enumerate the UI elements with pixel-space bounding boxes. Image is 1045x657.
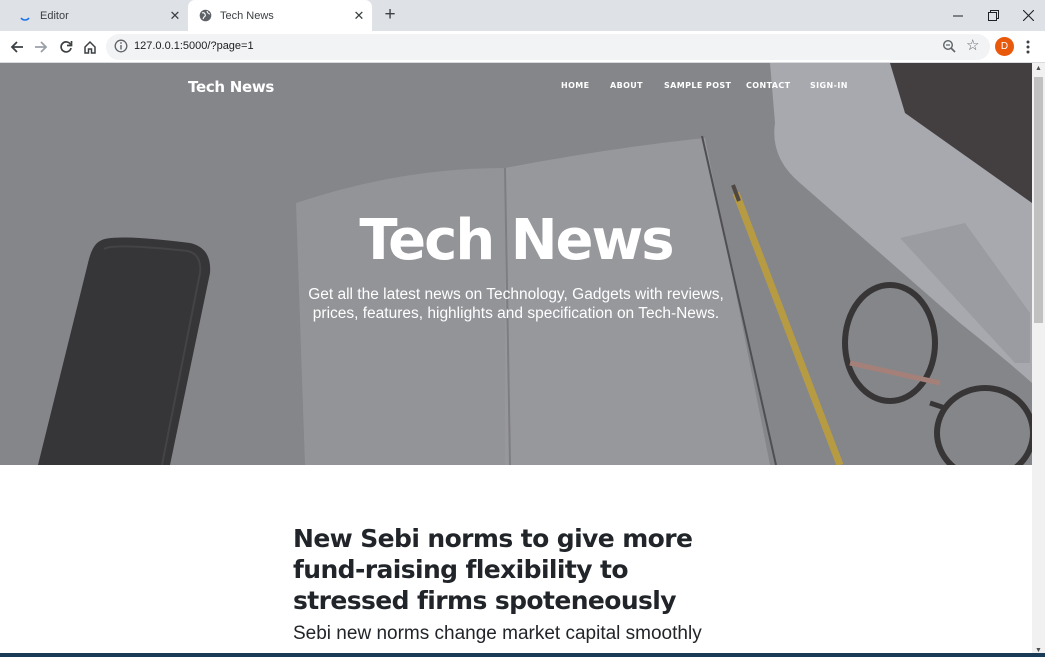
new-tab-button[interactable]: + <box>380 5 400 25</box>
nav-contact[interactable]: CONTACT <box>746 81 791 90</box>
close-window-button[interactable] <box>1011 0 1045 31</box>
bookmark-star-icon[interactable]: ☆ <box>966 37 979 55</box>
profile-avatar[interactable]: D <box>995 37 1014 56</box>
tab-title: Editor <box>40 9 69 22</box>
vertical-scrollbar[interactable]: ▲ ▼ <box>1032 63 1045 657</box>
globe-icon <box>198 9 212 23</box>
loading-spinner-icon <box>18 9 32 23</box>
close-tab-icon[interactable]: ✕ <box>166 7 184 25</box>
forward-arrow-icon[interactable] <box>30 36 52 58</box>
tab-strip: Editor ✕ Tech News ✕ + <box>0 0 1045 31</box>
page-viewport: Tech News HOME ABOUT SAMPLE POST CONTACT… <box>0 63 1045 657</box>
tab-title: Tech News <box>220 9 274 22</box>
info-icon[interactable] <box>114 39 129 54</box>
hero-title: Tech News <box>359 208 674 273</box>
scroll-up-arrow-icon[interactable]: ▲ <box>1032 63 1045 75</box>
nav-sign-in[interactable]: SIGN-IN <box>810 81 848 90</box>
nav-sample-post[interactable]: SAMPLE POST <box>664 81 731 90</box>
zoom-icon[interactable] <box>942 39 958 55</box>
post-subtitle[interactable]: Sebi new norms change market capital smo… <box>293 623 733 645</box>
tab-editor[interactable]: Editor ✕ <box>8 0 188 31</box>
home-icon[interactable] <box>79 36 101 58</box>
scrollbar-thumb[interactable] <box>1034 77 1043 323</box>
restore-button[interactable] <box>976 0 1010 31</box>
nav-home[interactable]: HOME <box>561 81 590 90</box>
nav-about[interactable]: ABOUT <box>610 81 643 90</box>
address-bar[interactable]: 127.0.0.1:5000/?page=1 ☆ <box>106 34 990 60</box>
minimize-button[interactable] <box>941 0 975 31</box>
back-arrow-icon[interactable] <box>6 36 28 58</box>
address-url[interactable]: 127.0.0.1:5000/?page=1 <box>134 40 254 52</box>
close-tab-icon[interactable]: ✕ <box>350 7 368 25</box>
kebab-menu-icon[interactable] <box>1020 37 1036 57</box>
post-title[interactable]: New Sebi norms to give more fund-raising… <box>293 523 733 616</box>
hero-subtitle: Get all the latest news on Technology, G… <box>308 286 724 322</box>
site-brand[interactable]: Tech News <box>188 78 274 96</box>
browser-toolbar: 127.0.0.1:5000/?page=1 ☆ D <box>0 31 1045 63</box>
hero-header: Tech News HOME ABOUT SAMPLE POST CONTACT… <box>0 63 1032 465</box>
reload-icon[interactable] <box>55 36 77 58</box>
taskbar-edge <box>0 653 1045 657</box>
tab-tech-news[interactable]: Tech News ✕ <box>188 0 372 31</box>
